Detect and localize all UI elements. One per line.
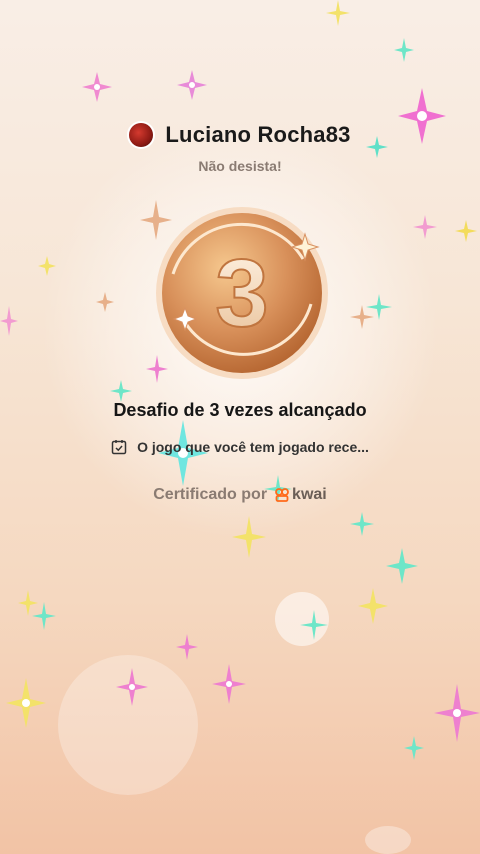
sparkle-icon — [82, 72, 112, 102]
sparkle-icon — [358, 588, 388, 624]
achievement-description: O jogo que você tem jogado rece... — [137, 439, 369, 455]
sparkle-icon — [404, 736, 424, 760]
sparkle-icon — [232, 516, 266, 558]
bokeh-circle — [58, 655, 198, 795]
medal-number: 3 — [215, 240, 268, 347]
sparkle-icon — [413, 215, 437, 239]
certification-row: Certificado por kwai — [0, 486, 480, 504]
avatar-icon[interactable] — [129, 123, 154, 147]
kwai-logo-icon — [275, 488, 289, 502]
sparkle-icon — [212, 664, 246, 704]
bokeh-circle — [275, 592, 329, 646]
description-row: O jogo que você tem jogado rece... — [0, 439, 480, 455]
bokeh-circle — [365, 826, 411, 854]
sparkle-icon — [366, 294, 392, 320]
username: Luciano Rocha83 — [165, 122, 351, 147]
sparkle-icon — [177, 70, 207, 100]
sparkle-icon — [326, 0, 350, 26]
sparkle-icon — [38, 256, 56, 276]
sparkle-icon — [96, 292, 114, 312]
sparkle-icon — [394, 38, 414, 62]
sparkle-icon — [350, 512, 374, 536]
medal-badge-icon: 3 — [156, 207, 328, 379]
sparkle-icon — [0, 306, 18, 336]
certified-by-label: Certificado por — [153, 486, 268, 503]
sparkle-icon — [18, 590, 38, 616]
encouragement-text: Não desista! — [198, 158, 282, 174]
sparkle-icon — [434, 684, 480, 742]
sparkle-icon — [32, 602, 56, 630]
sparkle-icon — [350, 305, 374, 329]
sparkle-icon — [176, 634, 198, 660]
calendar-check-icon — [111, 440, 127, 455]
kwai-logo: kwai — [275, 486, 327, 504]
sparkle-icon — [6, 678, 46, 728]
achievement-title: Desafio de 3 vezes alcançado — [113, 400, 367, 420]
kwai-brand-text: kwai — [292, 486, 327, 503]
sparkle-icon — [110, 380, 132, 402]
sparkle-icon — [455, 220, 477, 242]
sparkle-icon — [386, 548, 418, 584]
user-header: Luciano Rocha83 — [0, 122, 480, 148]
